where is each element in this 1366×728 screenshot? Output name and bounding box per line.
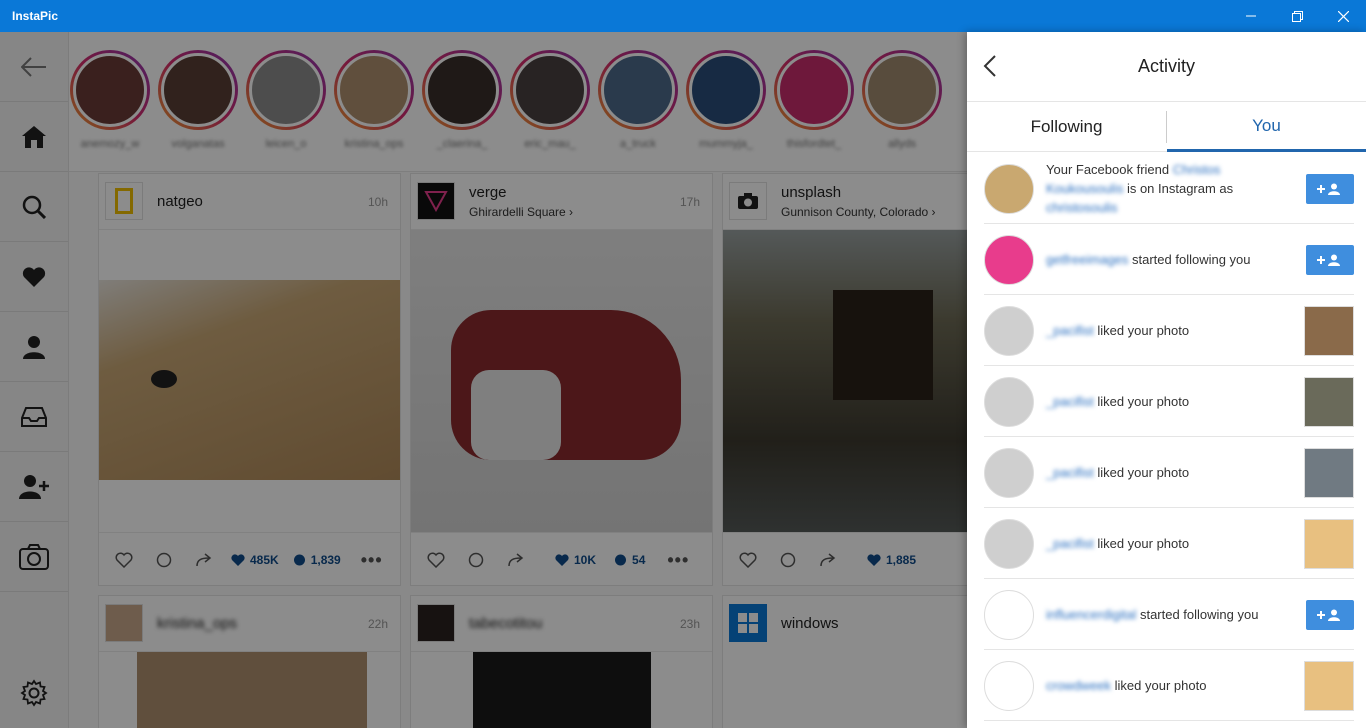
follow-back-button[interactable] <box>1306 174 1354 204</box>
avatar[interactable] <box>984 377 1034 427</box>
avatar[interactable] <box>984 448 1034 498</box>
activity-text: _pacifist liked your photo <box>1046 508 1296 578</box>
tab-following[interactable]: Following <box>967 102 1166 152</box>
activity-item[interactable]: _pacifist liked your photo <box>984 437 1354 508</box>
activity-action-text: liked your photo <box>1093 393 1190 409</box>
follow-back-button[interactable] <box>1306 245 1354 275</box>
activity-username[interactable]: _pacifist <box>1046 465 1094 480</box>
close-icon <box>1337 10 1349 22</box>
activity-header: Activity <box>967 32 1366 102</box>
add-user-icon <box>1317 183 1340 195</box>
activity-text: _pacifist liked your photo <box>1046 366 1296 436</box>
activity-action-text: liked your photo <box>1093 464 1190 480</box>
avatar[interactable] <box>984 519 1034 569</box>
activity-action-text: liked your photo <box>1111 677 1207 693</box>
activity-username[interactable]: influencerdigital <box>1046 607 1136 622</box>
activity-username[interactable]: _pacifist <box>1046 323 1094 338</box>
modal-overlay[interactable] <box>0 32 967 728</box>
photo-thumbnail[interactable] <box>1304 448 1354 498</box>
activity-action-text: started following you <box>1136 606 1259 622</box>
activity-text: influencerdigital started following you <box>1046 579 1296 649</box>
activity-action-text: liked your photo <box>1093 535 1190 551</box>
add-user-icon <box>1317 609 1340 621</box>
minimize-button[interactable] <box>1228 0 1274 32</box>
activity-text: getfreeimages started following you <box>1046 224 1296 294</box>
activity-item[interactable]: getfreeimages started following you <box>984 224 1354 295</box>
add-user-icon <box>1317 254 1340 266</box>
avatar[interactable] <box>984 661 1034 711</box>
activity-item[interactable]: crowdweek liked your photo <box>984 650 1354 721</box>
activity-username[interactable]: _pacifist <box>1046 394 1094 409</box>
activity-item[interactable]: _pacifist liked your photo <box>984 508 1354 579</box>
activity-item[interactable]: influencerdigital started following you <box>984 579 1354 650</box>
activity-text: _pacifist liked your photo <box>1046 295 1296 365</box>
activity-panel: Activity Following You Your Facebook fri… <box>967 32 1366 728</box>
activity-text: crowdweek liked your photo <box>1046 650 1296 720</box>
activity-item[interactable]: _pacifist liked your photo <box>984 366 1354 437</box>
activity-text: _pacifist liked your photo <box>1046 437 1296 507</box>
close-button[interactable] <box>1320 0 1366 32</box>
activity-username[interactable]: crowdweek <box>1046 678 1111 693</box>
photo-thumbnail[interactable] <box>1304 377 1354 427</box>
photo-thumbnail[interactable] <box>1304 306 1354 356</box>
activity-text-middle: is on Instagram as <box>1123 180 1234 196</box>
activity-username-2[interactable]: christosoulis <box>1046 200 1118 215</box>
activity-username[interactable]: _pacifist <box>1046 536 1094 551</box>
minimize-icon <box>1246 15 1256 17</box>
follow-back-button[interactable] <box>1306 600 1354 630</box>
app-title: InstaPic <box>12 9 59 23</box>
activity-username[interactable]: getfreeimages <box>1046 252 1128 267</box>
photo-thumbnail[interactable] <box>1304 519 1354 569</box>
activity-action-text: liked your photo <box>1093 322 1190 338</box>
avatar[interactable] <box>984 235 1034 285</box>
photo-thumbnail[interactable] <box>1304 661 1354 711</box>
activity-action-text: started following you <box>1128 251 1251 267</box>
activity-tabs: Following You <box>967 102 1366 152</box>
activity-text: Your Facebook friend Christos Koukousoul… <box>1046 153 1296 223</box>
activity-item[interactable]: _pacifist liked your photo <box>984 295 1354 366</box>
avatar[interactable] <box>984 590 1034 640</box>
panel-title: Activity <box>1137 56 1195 76</box>
avatar[interactable] <box>984 164 1034 214</box>
activity-text-prefix: Your Facebook friend <box>1046 161 1173 177</box>
restore-button[interactable] <box>1274 0 1320 32</box>
tab-you[interactable]: You <box>1167 102 1366 152</box>
activity-item[interactable]: Your Facebook friend Christos Koukousoul… <box>984 153 1354 224</box>
avatar[interactable] <box>984 306 1034 356</box>
title-bar: InstaPic <box>0 0 1366 32</box>
restore-icon <box>1291 10 1303 22</box>
